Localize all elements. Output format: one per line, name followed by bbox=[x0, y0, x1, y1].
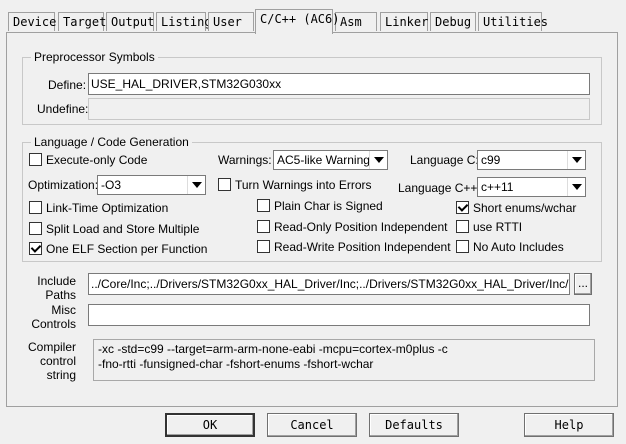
compiler-string-line1: -xc -std=c99 --target=arm-arm-none-eabi … bbox=[98, 342, 448, 356]
one-elf-label: One ELF Section per Function bbox=[46, 242, 208, 256]
tab-output[interactable]: Output bbox=[106, 12, 154, 31]
turn-warnings-label: Turn Warnings into Errors bbox=[235, 178, 372, 192]
chevron-down-icon bbox=[567, 178, 585, 196]
plain-char-checkbox[interactable] bbox=[257, 199, 270, 212]
lto-checkbox[interactable] bbox=[29, 201, 42, 214]
one-elf-checkbox[interactable] bbox=[29, 242, 42, 255]
tab-utilities[interactable]: Utilities bbox=[478, 12, 548, 31]
language-cpp-value: c++11 bbox=[481, 180, 514, 194]
chevron-down-icon bbox=[567, 151, 585, 169]
include-paths-label: Include Paths bbox=[37, 274, 76, 302]
ropi-checkbox[interactable] bbox=[257, 220, 270, 233]
optimization-value: -O3 bbox=[101, 178, 122, 192]
compiler-string-label: Compiler control string bbox=[27, 340, 76, 382]
warnings-value: AC5-like Warnings bbox=[277, 153, 376, 167]
tab-bar: Device Target Output Listing User C/C++ … bbox=[0, 0, 626, 34]
turn-warnings-checkbox[interactable] bbox=[218, 178, 231, 191]
short-enums-label: Short enums/wchar bbox=[473, 201, 577, 215]
undefine-input[interactable] bbox=[88, 98, 590, 120]
tab-target[interactable]: Target bbox=[58, 12, 106, 31]
help-button[interactable]: Help bbox=[524, 413, 614, 437]
include-paths-browse-button[interactable]: ... bbox=[574, 273, 592, 295]
compiler-string-box: -xc -std=c99 --target=arm-arm-none-eabi … bbox=[93, 339, 595, 381]
warnings-label: Warnings: bbox=[218, 153, 272, 167]
use-rtti-checkbox[interactable] bbox=[456, 220, 469, 233]
undefine-label: Undefine: bbox=[37, 102, 89, 116]
language-c-select[interactable]: c99 bbox=[477, 150, 586, 170]
tab-linker[interactable]: Linker bbox=[380, 12, 428, 31]
define-label: Define: bbox=[48, 78, 87, 92]
defaults-button[interactable]: Defaults bbox=[369, 413, 459, 437]
split-load-label: Split Load and Store Multiple bbox=[46, 222, 200, 236]
no-auto-includes-checkbox[interactable] bbox=[456, 240, 469, 253]
define-input[interactable]: USE_HAL_DRIVER,STM32G030xx bbox=[88, 73, 590, 95]
chevron-down-icon bbox=[369, 151, 387, 169]
cancel-button[interactable]: Cancel bbox=[267, 413, 357, 437]
include-paths-input[interactable]: ../Core/Inc;../Drivers/STM32G0xx_HAL_Dri… bbox=[88, 273, 570, 295]
tab-asm[interactable]: Asm bbox=[335, 12, 377, 31]
language-cpp-select[interactable]: c++11 bbox=[477, 177, 586, 197]
language-group-title: Language / Code Generation bbox=[31, 135, 192, 149]
tab-listing[interactable]: Listing bbox=[156, 12, 212, 31]
language-c-label: Language C: bbox=[410, 153, 479, 167]
tab-user[interactable]: User bbox=[208, 12, 254, 31]
language-cpp-label: Language C++: bbox=[398, 181, 481, 195]
tab-debug[interactable]: Debug bbox=[430, 12, 476, 31]
execute-only-checkbox[interactable] bbox=[29, 153, 42, 166]
lto-label: Link-Time Optimization bbox=[46, 201, 169, 215]
tab-device[interactable]: Device bbox=[8, 12, 56, 31]
no-auto-includes-label: No Auto Includes bbox=[473, 240, 564, 254]
ropi-label: Read-Only Position Independent bbox=[274, 220, 448, 234]
split-load-checkbox[interactable] bbox=[29, 222, 42, 235]
language-c-value: c99 bbox=[481, 153, 501, 167]
misc-controls-input[interactable] bbox=[88, 304, 590, 326]
rwpi-label: Read-Write Position Independent bbox=[274, 240, 451, 254]
rwpi-checkbox[interactable] bbox=[257, 240, 270, 253]
chevron-down-icon bbox=[187, 176, 205, 194]
optimization-label: Optimization: bbox=[28, 178, 99, 192]
tab-cc-ac6[interactable]: C/C++ (AC6) bbox=[255, 9, 339, 34]
plain-char-label: Plain Char is Signed bbox=[274, 199, 383, 213]
ok-button[interactable]: OK bbox=[165, 413, 255, 437]
use-rtti-label: use RTTI bbox=[473, 220, 523, 234]
preprocessor-group-title: Preprocessor Symbols bbox=[31, 50, 158, 64]
execute-only-label: Execute-only Code bbox=[46, 153, 148, 167]
warnings-select[interactable]: AC5-like Warnings bbox=[273, 150, 388, 170]
optimization-select[interactable]: -O3 bbox=[97, 175, 206, 195]
compiler-string-line2: -fno-rtti -funsigned-char -fshort-enums … bbox=[98, 357, 374, 371]
misc-controls-label: Misc Controls bbox=[31, 303, 76, 331]
short-enums-checkbox[interactable] bbox=[456, 201, 469, 214]
